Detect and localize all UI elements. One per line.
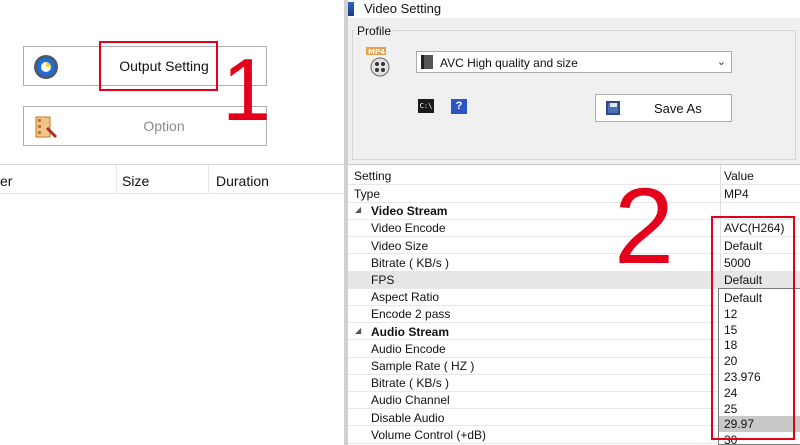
- grid-row-setting: Bitrate ( KB/s ): [371, 255, 450, 270]
- annotation-step-number: 2: [614, 165, 675, 286]
- floppy-disk-icon: [606, 101, 620, 115]
- grid-row-setting: Disable Audio: [371, 410, 445, 425]
- help-icon[interactable]: ?: [451, 99, 467, 114]
- grid-row-setting: FPS: [371, 273, 395, 287]
- svg-text:MP4: MP4: [368, 48, 385, 56]
- profile-label: Profile: [355, 24, 394, 38]
- grid-row-setting: Video Size: [371, 238, 429, 253]
- grid-row-setting: Audio Channel: [371, 393, 450, 408]
- grid-row-setting: Video Encode: [371, 221, 446, 236]
- save-as-button[interactable]: Save As: [595, 94, 732, 122]
- annotation-step-number: 1: [222, 40, 271, 139]
- annotation-highlight-box: [99, 41, 218, 91]
- chevron-down-icon: ⌄: [716, 56, 726, 68]
- annotation-highlight-box: [711, 216, 795, 440]
- column-header-name[interactable]: er: [0, 173, 12, 189]
- gear-icon: [34, 55, 58, 79]
- grid-row-setting: Encode 2 pass: [371, 307, 451, 322]
- column-header-duration[interactable]: Duration: [216, 173, 269, 189]
- collapse-caret-icon[interactable]: ◢: [355, 326, 361, 335]
- app-icon: [348, 2, 354, 16]
- window-title: Video Setting: [364, 1, 442, 16]
- file-list-header: er Size Duration: [0, 164, 346, 194]
- grid-row-value: MP4: [724, 187, 749, 201]
- grid-row-setting: Type: [354, 187, 381, 201]
- grid-row-setting: Audio Stream: [371, 324, 450, 339]
- command-line-icon[interactable]: C:\: [418, 99, 434, 113]
- film-settings-icon: [35, 116, 58, 139]
- film-icon: [421, 55, 433, 69]
- column-separator[interactable]: [116, 165, 117, 194]
- profile-select[interactable]: AVC High quality and size ⌄: [416, 51, 732, 73]
- grid-row-setting: Sample Rate ( HZ ): [371, 359, 475, 373]
- column-separator[interactable]: [208, 165, 209, 194]
- grid-row-setting: Video Stream: [371, 204, 448, 219]
- grid-header-setting: Setting: [354, 169, 392, 183]
- grid-row-setting: Audio Encode: [371, 341, 446, 356]
- grid-header-value: Value: [724, 169, 754, 183]
- profile-select-value: AVC High quality and size: [440, 56, 578, 70]
- grid-row-setting: Bitrate ( KB/s ): [371, 376, 450, 391]
- column-header-size[interactable]: Size: [122, 173, 149, 189]
- save-as-label: Save As: [654, 101, 702, 116]
- grid-row[interactable]: Type MP4: [348, 185, 800, 202]
- grid-row-setting: Aspect Ratio: [371, 290, 440, 305]
- mp4-format-icon: MP4: [366, 47, 390, 77]
- grid-row-setting: Volume Control (+dB): [371, 427, 487, 442]
- window-titlebar[interactable]: Video Setting: [348, 0, 800, 18]
- grid-header: Setting Value: [348, 167, 800, 184]
- collapse-caret-icon[interactable]: ◢: [355, 205, 361, 214]
